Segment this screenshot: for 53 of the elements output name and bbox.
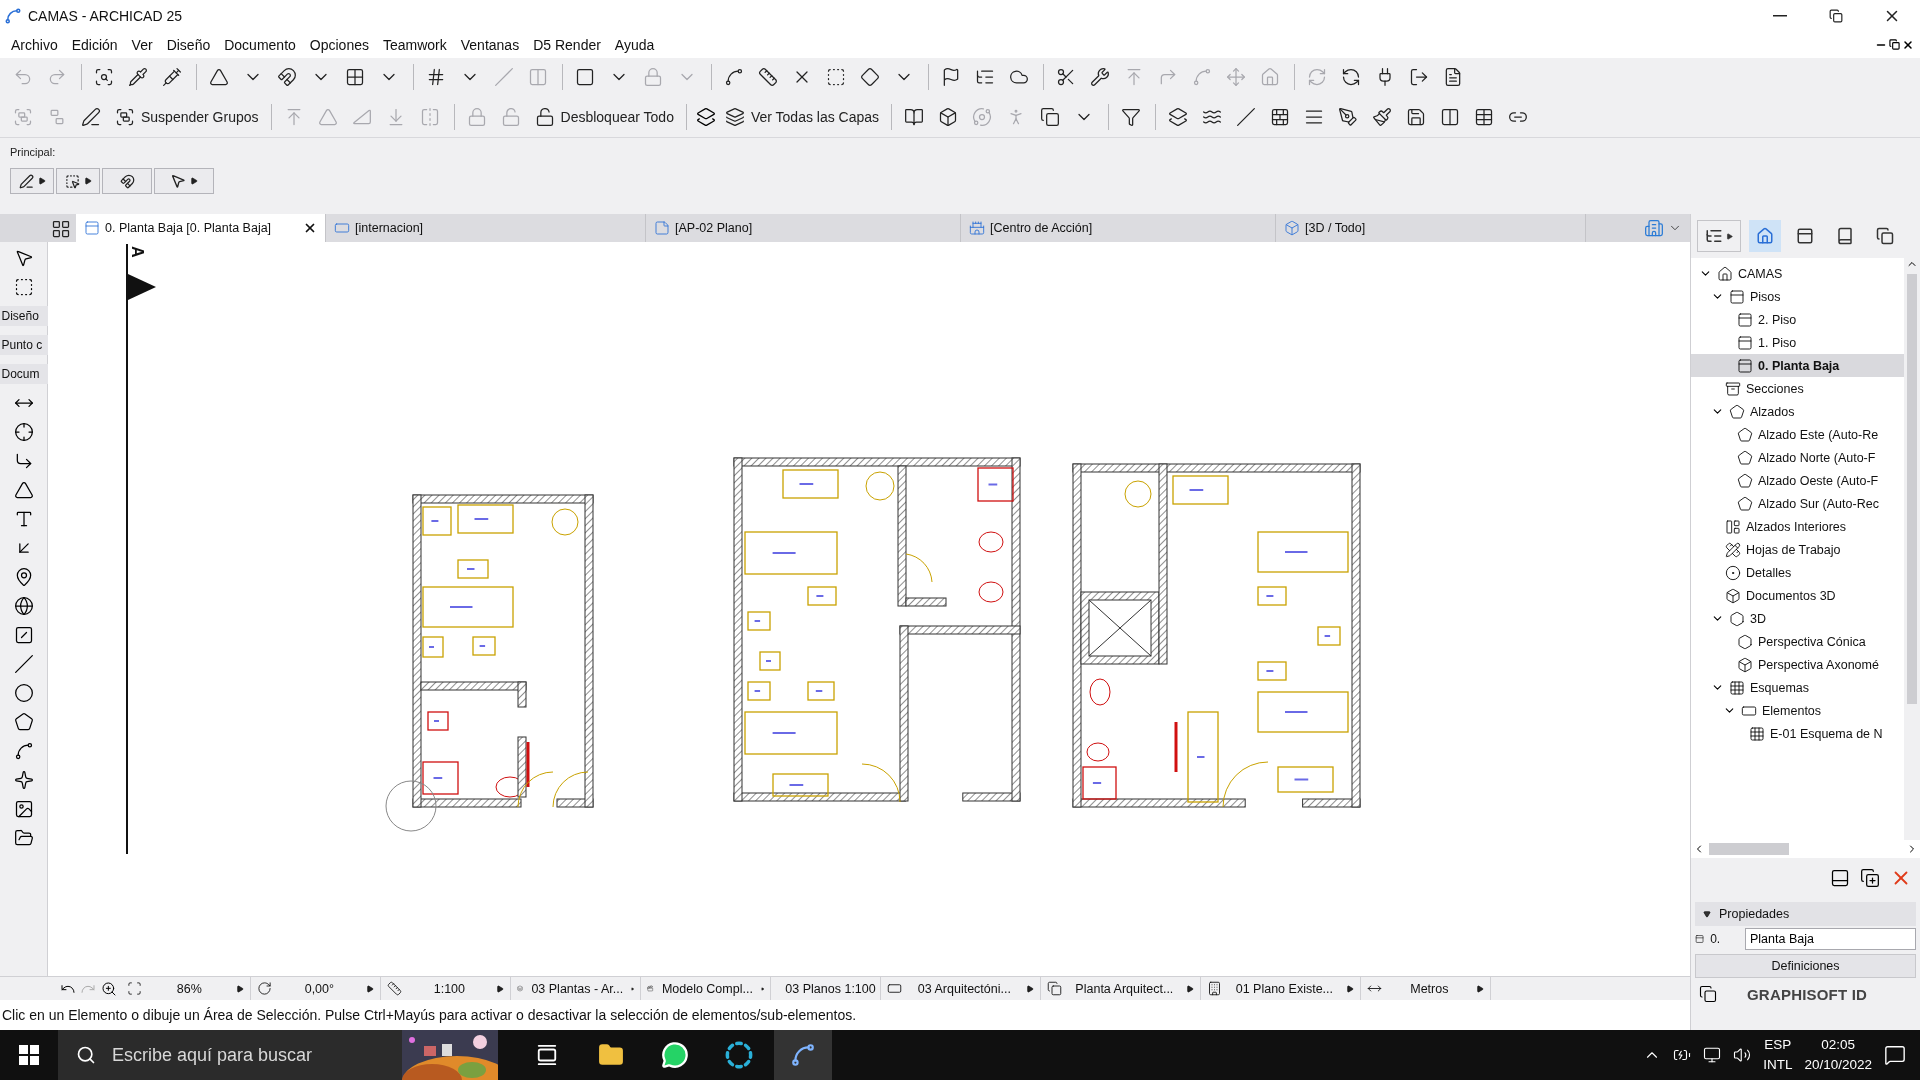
keyboard-layout[interactable]: INTL xyxy=(1763,1055,1793,1075)
toolbox-section[interactable]: Docum xyxy=(0,364,48,384)
story-number: 0. xyxy=(1710,932,1722,946)
info-box-label: Principal: xyxy=(10,146,57,158)
status-message: Clic en un Elemento o dibuje un Área de Selección. Pulse Ctrl+Mayús para activar o desactivar la selección de elementos/sub-elementos. xyxy=(0,1000,1690,1030)
clock-time[interactable]: 02:05 xyxy=(1821,1035,1856,1055)
toolbox-section[interactable]: Punto c xyxy=(0,335,48,355)
tree-item[interactable]: Secciones xyxy=(1691,377,1904,400)
window-title: CAMAS - ARCHICAD 25 xyxy=(28,8,184,24)
tree-item[interactable]: Alzados xyxy=(1691,400,1904,423)
suspend-groups-button[interactable]: Suspender Grupos xyxy=(112,101,262,132)
show-all-layers-button[interactable]: Ver Todas las Capas xyxy=(721,101,883,132)
properties-header[interactable]: Propiedades xyxy=(1695,902,1916,926)
menu-item[interactable]: Documento xyxy=(217,37,303,53)
tree-item[interactable]: Alzados Interiores xyxy=(1691,515,1904,538)
unlock-all-button[interactable]: Desbloquear Todo xyxy=(531,101,677,132)
search-field[interactable]: Escribe aquí para buscar xyxy=(110,1043,388,1067)
tree-item[interactable]: CAMAS xyxy=(1691,262,1904,285)
tree-item[interactable]: E-01 Esquema de N xyxy=(1691,722,1904,745)
tree-item[interactable]: Esquemas xyxy=(1691,676,1904,699)
section-marker-label: A xyxy=(129,246,146,258)
view-tab[interactable]: 0. Planta Baja [0. Planta Baja] xyxy=(76,214,326,242)
tree-item[interactable]: Alzado Sur (Auto-Rec xyxy=(1691,492,1904,515)
toolbox-section[interactable]: Diseño xyxy=(0,306,48,326)
clock-date[interactable]: 20/10/2022 xyxy=(1804,1055,1872,1075)
account-label[interactable]: GRAPHISOFT ID xyxy=(1747,985,1868,1003)
tree-item[interactable]: 3D xyxy=(1691,607,1904,630)
menu-item[interactable]: Ventanas xyxy=(453,37,527,53)
menu-item[interactable]: Opciones xyxy=(302,37,376,53)
tree-item[interactable]: Alzado Norte (Auto-F xyxy=(1691,446,1904,469)
menu-item[interactable]: Edición xyxy=(64,37,125,53)
story-name-field[interactable]: Planta Baja xyxy=(1745,928,1916,950)
tree-item[interactable]: Perspectiva Cónica xyxy=(1691,630,1904,653)
tree-item[interactable]: Pisos xyxy=(1691,285,1904,308)
definitions-button[interactable]: Definiciones xyxy=(1695,954,1916,978)
menu-item[interactable]: Ayuda xyxy=(607,37,662,53)
tree-item[interactable]: Perspectiva Axonomé xyxy=(1691,653,1904,676)
tree-item[interactable]: Elementos xyxy=(1691,699,1904,722)
menu-item[interactable]: Ver xyxy=(124,37,160,53)
tree-item[interactable]: Detalles xyxy=(1691,561,1904,584)
tree-item[interactable]: Alzado Oeste (Auto-F xyxy=(1691,469,1904,492)
menu-item[interactable]: Diseño xyxy=(159,37,218,53)
tree-item[interactable]: 1. Piso xyxy=(1691,331,1904,354)
menu-item[interactable]: Archivo xyxy=(4,37,65,53)
tree-item[interactable]: 0. Planta Baja xyxy=(1691,354,1904,377)
tree-item[interactable]: Documentos 3D xyxy=(1691,584,1904,607)
input-language[interactable]: ESP xyxy=(1764,1035,1792,1055)
menu-item[interactable]: D5 Render xyxy=(526,37,608,53)
taskbar-search-box[interactable]: Escribe aquí para buscar xyxy=(58,1030,498,1080)
menu-item[interactable]: Teamwork xyxy=(375,37,454,53)
tree-item[interactable]: 2. Piso xyxy=(1691,308,1904,331)
tree-item[interactable]: Hojas de Trabajo xyxy=(1691,538,1904,561)
tree-item[interactable]: Alzado Este (Auto-Re xyxy=(1691,423,1904,446)
